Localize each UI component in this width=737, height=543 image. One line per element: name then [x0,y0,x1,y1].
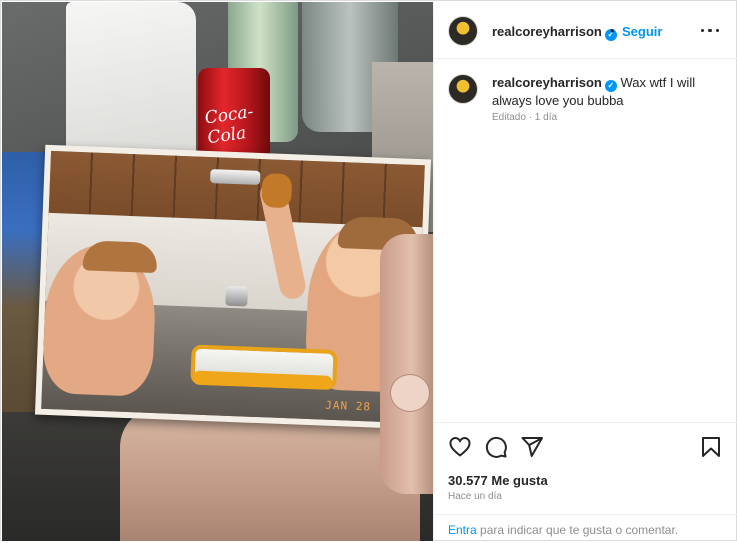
held-photograph: JAN 28 '88 [34,144,432,430]
more-dot [701,29,705,33]
post-photo[interactable]: Coca-Cola JAN 28 '88 [2,2,433,541]
share-icon[interactable] [520,435,544,459]
follow-button[interactable]: Seguir [622,24,662,39]
username-text[interactable]: realcoreyharrison [492,24,602,39]
thumbnail-nail [390,374,430,412]
toy-dinosaur [261,173,293,209]
verified-badge-icon: ✓ [604,80,617,92]
post-header: realcoreyharrison ✓ • Seguir [434,2,737,59]
thumb [380,234,433,494]
post-time[interactable]: Hace un día [448,491,502,502]
can-label: Coca-Cola [203,101,255,149]
tissue-box [66,2,196,167]
caption-username[interactable]: realcoreyharrison ✓ [492,75,617,92]
comment-icon[interactable] [484,435,508,459]
like-count[interactable]: 30.577 Me gusta [448,473,548,488]
faucet [225,285,249,307]
photograph-image: JAN 28 '88 [41,150,425,424]
more-dot [708,29,712,33]
caption: realcoreyharrison ✓ Wax wtf I will always… [492,74,724,109]
separator-dot: • [610,23,615,38]
caption-avatar[interactable] [448,74,478,104]
more-options-icon[interactable] [696,16,724,44]
login-prompt-text: para indicar que te gusta o comentar. [476,523,679,537]
login-link[interactable]: Entra [448,523,477,537]
action-bar: 30.577 Me gusta Hace un día Entra para i… [434,422,737,542]
heart-icon[interactable] [448,435,472,459]
caption-username-text[interactable]: realcoreyharrison [492,75,602,90]
login-prompt: Entra para indicar que te gusta o coment… [434,514,737,543]
bookmark-icon[interactable] [699,435,723,459]
avatar[interactable] [448,16,478,46]
soap-dish [209,169,261,185]
post-sidebar: realcoreyharrison ✓ • Seguir realcoreyhar… [433,2,737,541]
header-username[interactable]: realcoreyharrison ✓ [492,24,617,41]
more-dot [715,29,719,33]
caption-meta: Editado · 1 día [492,112,558,123]
instagram-post: Coca-Cola JAN 28 '88 realcoreyharrison ✓… [0,0,737,541]
